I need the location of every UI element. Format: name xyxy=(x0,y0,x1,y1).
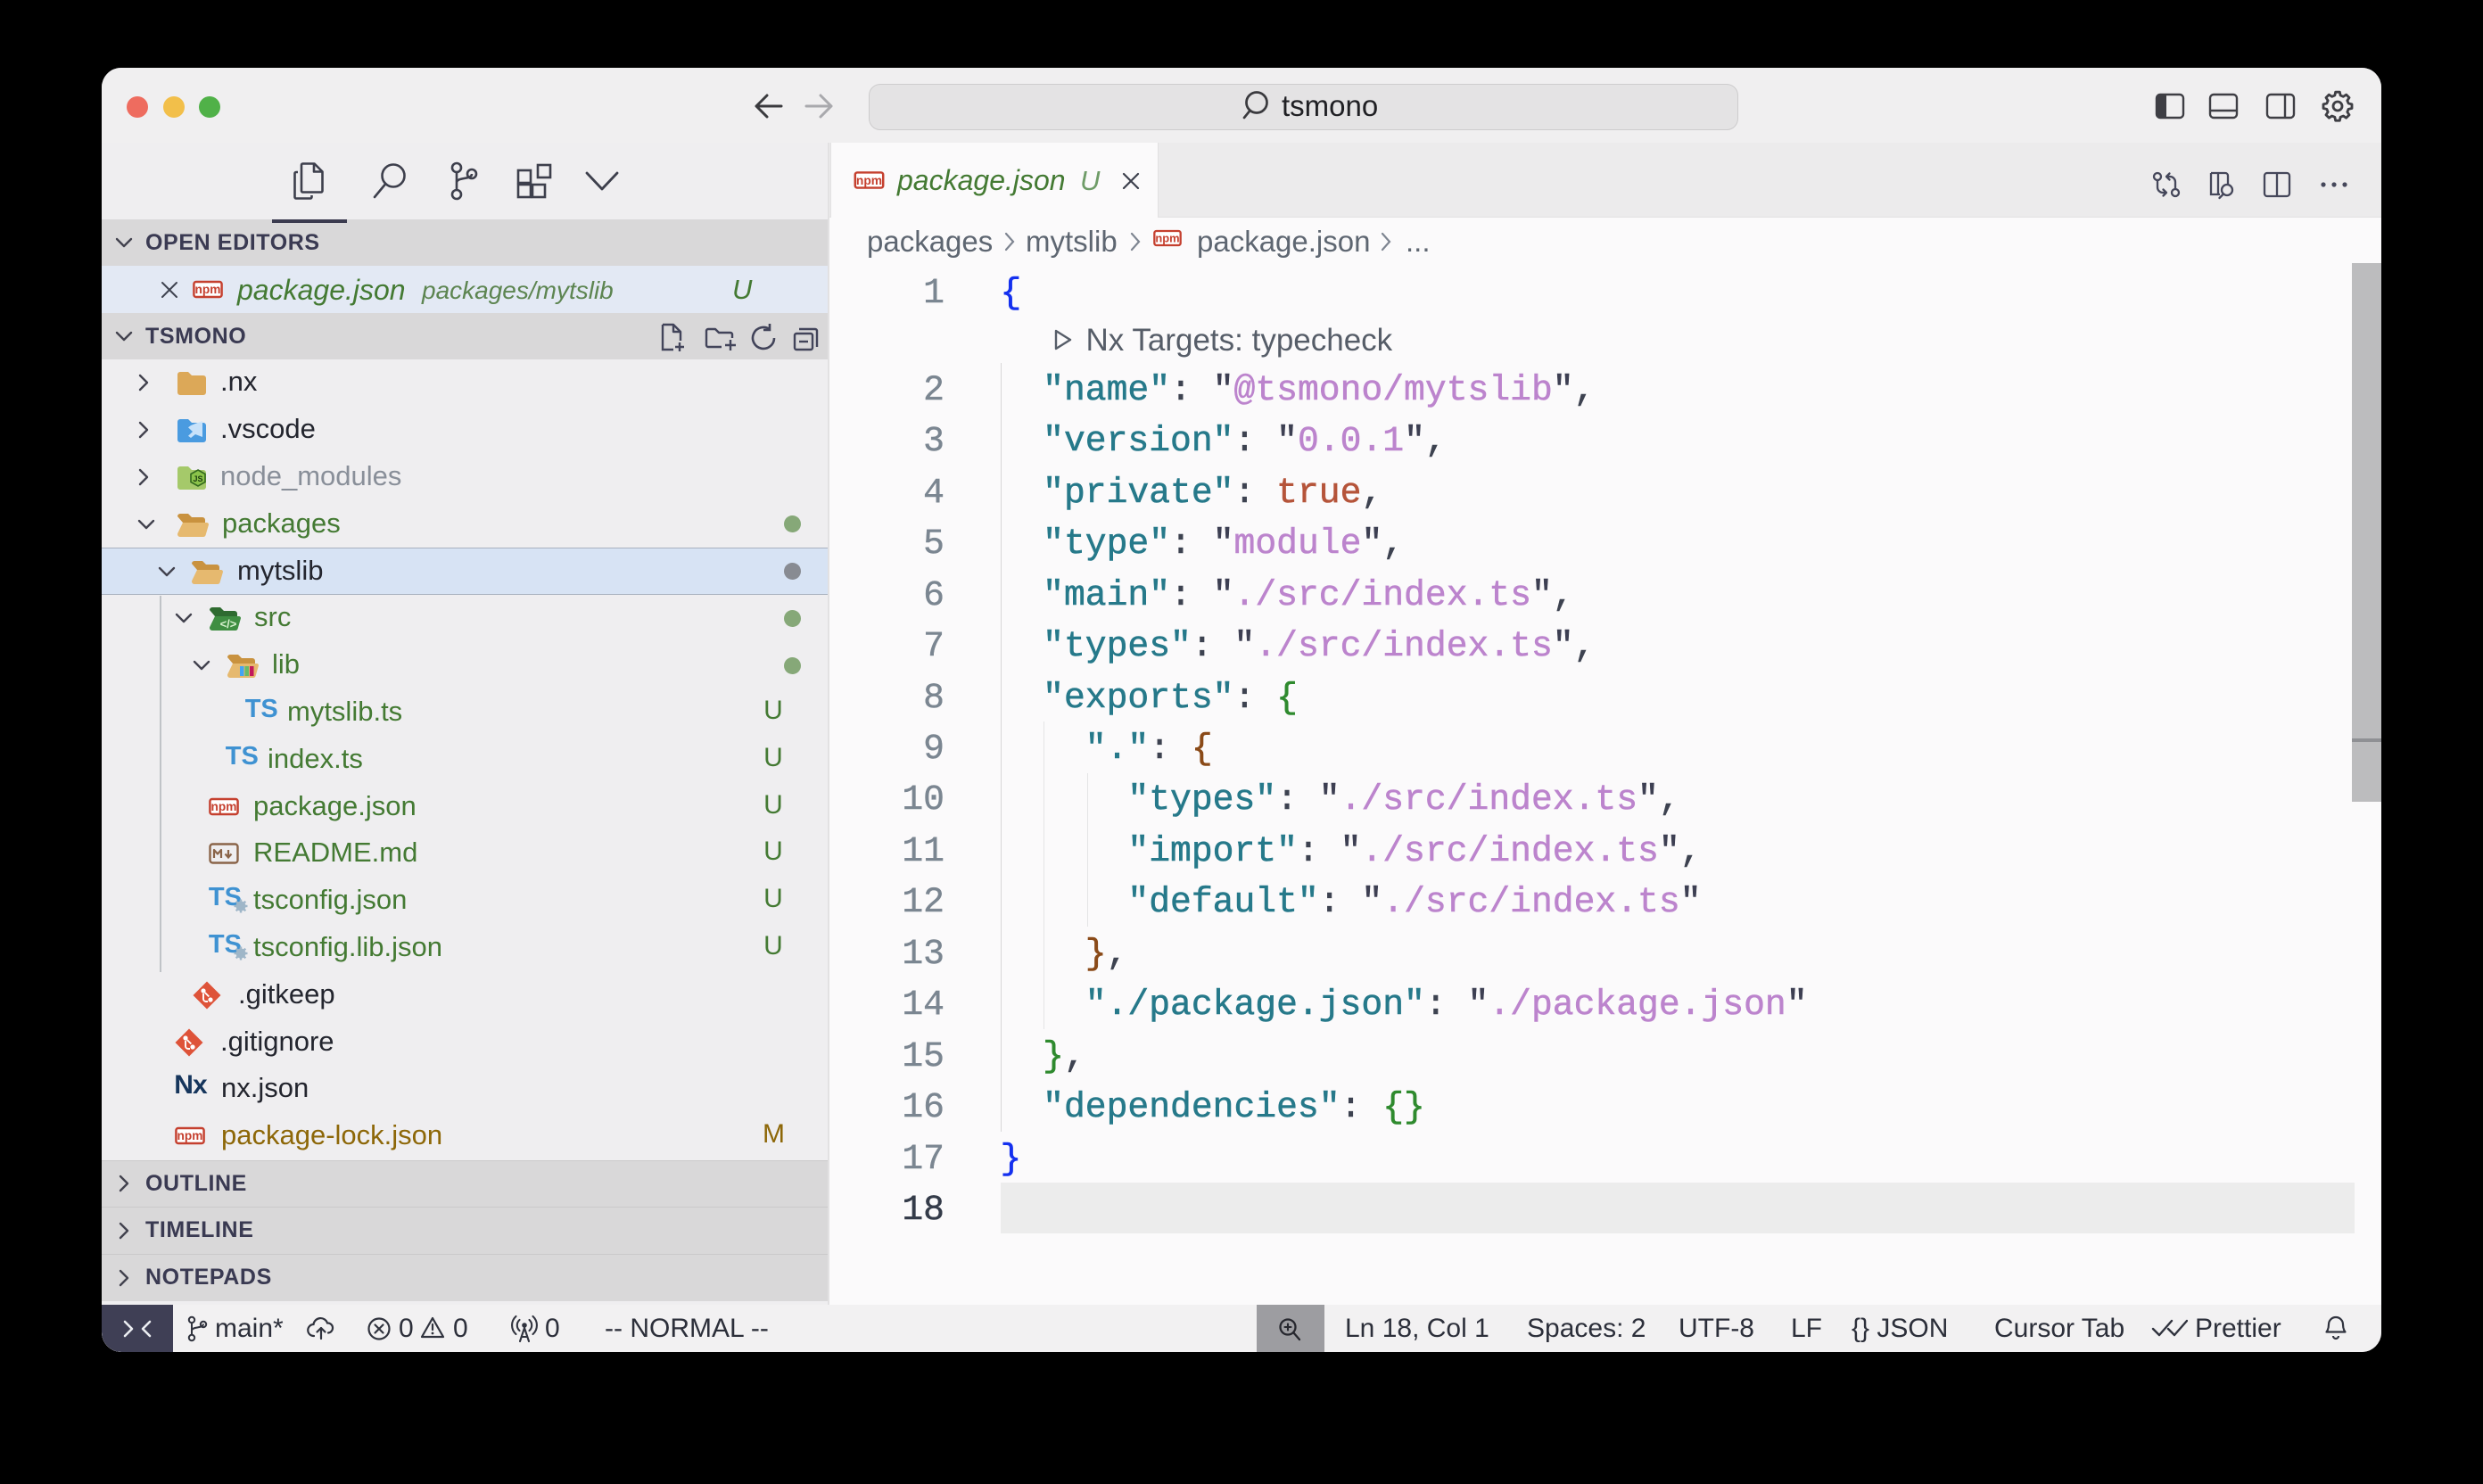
svg-text:npm: npm xyxy=(177,1129,203,1142)
svg-text:</>: </> xyxy=(220,617,237,631)
svg-text:npm: npm xyxy=(210,800,236,813)
svg-text:npm: npm xyxy=(856,174,882,187)
svg-text:npm: npm xyxy=(1155,231,1179,244)
svg-text:npm: npm xyxy=(195,283,221,296)
svg-text:JS: JS xyxy=(193,474,202,483)
